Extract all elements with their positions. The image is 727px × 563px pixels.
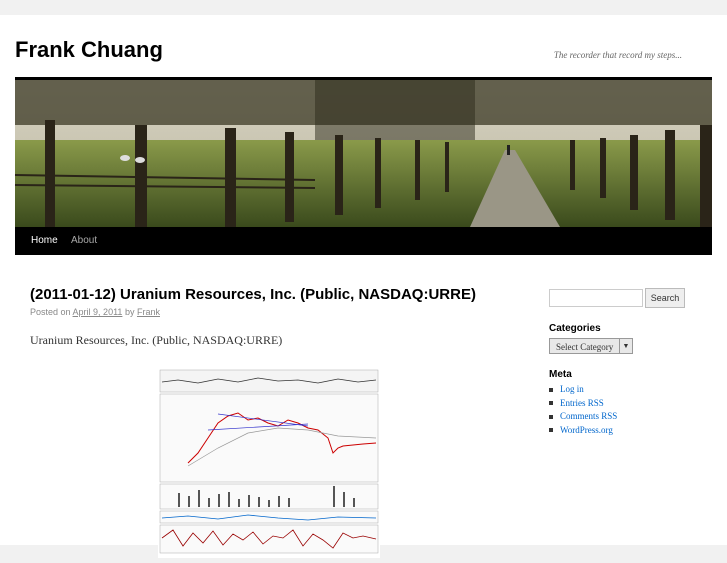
by-label: by xyxy=(124,307,135,317)
search-button[interactable]: Search xyxy=(645,288,685,308)
header-banner-image xyxy=(15,80,712,227)
bullet-icon xyxy=(549,428,553,433)
main-nav: Home About xyxy=(15,227,712,255)
list-item: Log in xyxy=(549,383,617,397)
posted-on-label: Posted on xyxy=(30,307,71,317)
category-select-value: Select Category xyxy=(556,342,614,352)
nav-item-home[interactable]: Home xyxy=(31,227,58,255)
list-item: WordPress.org xyxy=(549,424,617,438)
post-title[interactable]: (2011-01-12) Uranium Resources, Inc. (Pu… xyxy=(30,286,476,303)
post-author-link[interactable]: Frank xyxy=(137,307,160,317)
meta-link-comments-rss[interactable]: Comments RSS xyxy=(560,411,617,421)
page: Frank Chuang The recorder that record my… xyxy=(0,15,727,558)
list-item: Comments RSS xyxy=(549,410,617,424)
list-item: Entries RSS xyxy=(549,397,617,411)
site-title[interactable]: Frank Chuang xyxy=(15,37,163,63)
category-select[interactable]: Select Category ▼ xyxy=(549,338,633,354)
search-input[interactable] xyxy=(549,289,643,307)
stock-chart-image[interactable] xyxy=(158,368,380,558)
categories-widget-title: Categories xyxy=(549,323,601,334)
meta-link-wordpress[interactable]: WordPress.org xyxy=(560,425,613,435)
meta-link-login[interactable]: Log in xyxy=(560,384,584,394)
nav-item-about[interactable]: About xyxy=(71,227,97,255)
meta-link-entries-rss[interactable]: Entries RSS xyxy=(560,398,604,408)
meta-widget-title: Meta xyxy=(549,369,572,380)
post-excerpt: Uranium Resources, Inc. (Public, NASDAQ:… xyxy=(30,333,283,347)
post-meta: Posted on April 9, 2011 by Frank xyxy=(30,307,160,317)
dropdown-arrow-icon: ▼ xyxy=(619,339,632,353)
stock-chart-graphic xyxy=(158,368,380,558)
bullet-icon xyxy=(549,387,553,392)
bullet-icon xyxy=(549,401,553,406)
tree-avenue-image xyxy=(15,80,712,227)
site-description: The recorder that record my steps... xyxy=(553,50,682,60)
bullet-icon xyxy=(549,414,553,419)
post-date-link[interactable]: April 9, 2011 xyxy=(73,307,123,317)
meta-link-list: Log in Entries RSS Comments RSS WordPres… xyxy=(549,383,617,437)
